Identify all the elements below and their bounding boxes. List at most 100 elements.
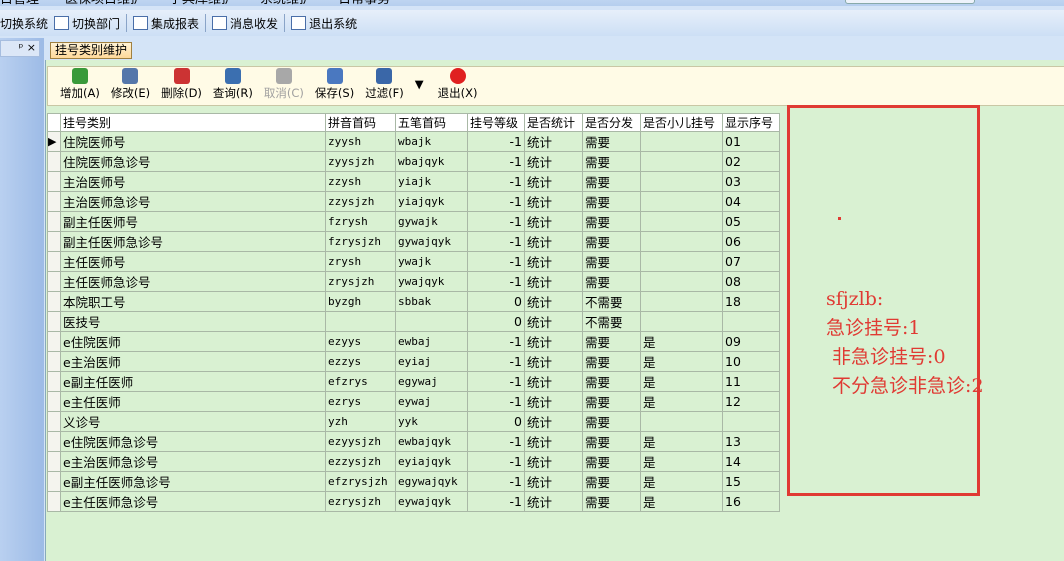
quickbar-switch-system[interactable]: 切换系统: [0, 15, 48, 32]
column-header[interactable]: 挂号类别: [60, 113, 326, 132]
table-cell[interactable]: [722, 311, 780, 332]
table-row[interactable]: e主治医师急诊号 ezzysjzh eyiajqyk -1 统计 需要是 14: [47, 451, 780, 472]
table-cell[interactable]: e副主任医师: [60, 371, 326, 392]
column-header[interactable]: 五笔首码: [395, 113, 468, 132]
table-cell[interactable]: 需要: [582, 491, 641, 512]
table-cell[interactable]: 需要: [582, 351, 641, 372]
row-indicator[interactable]: [47, 451, 61, 472]
table-cell[interactable]: 需要: [582, 231, 641, 252]
table-cell[interactable]: zzysjzh: [325, 191, 396, 212]
table-row[interactable]: e主任医师急诊号 ezrysjzh eywajqyk -1 统计 需要是 16: [47, 491, 780, 512]
table-cell[interactable]: -1: [467, 351, 525, 372]
table-cell[interactable]: 需要: [582, 471, 641, 492]
table-cell[interactable]: zrysh: [325, 251, 396, 272]
table-cell[interactable]: [640, 191, 723, 212]
table-cell[interactable]: 统计: [524, 131, 583, 152]
table-cell[interactable]: yyk: [395, 411, 468, 432]
row-indicator[interactable]: [47, 211, 61, 232]
table-cell[interactable]: 住院医师急诊号: [60, 151, 326, 172]
table-cell[interactable]: 不需要: [582, 311, 641, 332]
row-indicator[interactable]: [47, 271, 61, 292]
filter-dropdown-button[interactable]: ▼: [415, 77, 424, 91]
table-cell[interactable]: efzrysjzh: [325, 471, 396, 492]
table-cell[interactable]: 主治医师号: [60, 171, 326, 192]
row-indicator[interactable]: [47, 251, 61, 272]
table-cell[interactable]: 需要: [582, 131, 641, 152]
table-cell[interactable]: 需要: [582, 451, 641, 472]
table-cell[interactable]: 10: [722, 351, 780, 372]
table-cell[interactable]: -1: [467, 211, 525, 232]
quickbar-switch-department[interactable]: 切换部门: [54, 15, 120, 32]
table-cell[interactable]: 需要: [582, 211, 641, 232]
table-cell[interactable]: 09: [722, 331, 780, 352]
table-cell[interactable]: -1: [467, 471, 525, 492]
table-cell[interactable]: ewbajqyk: [395, 431, 468, 452]
table-cell[interactable]: [640, 171, 723, 192]
table-cell[interactable]: 15: [722, 471, 780, 492]
table-row[interactable]: e主任医师 ezrys eywaj -1 统计 需要是 12: [47, 391, 780, 412]
edit-button[interactable]: 修改(E): [111, 68, 150, 101]
table-row[interactable]: 义诊号 yzh yyk 0 统计 需要: [47, 411, 780, 432]
table-cell[interactable]: 03: [722, 171, 780, 192]
table-cell[interactable]: yiajqyk: [395, 191, 468, 212]
table-cell[interactable]: ezrys: [325, 391, 396, 412]
table-row[interactable]: ▶ 住院医师号 zyysh wbajk -1 统计 需要 01: [47, 131, 780, 152]
table-cell[interactable]: 04: [722, 191, 780, 212]
table-cell[interactable]: -1: [467, 251, 525, 272]
table-cell[interactable]: [640, 291, 723, 312]
table-cell[interactable]: byzgh: [325, 291, 396, 312]
exit-button[interactable]: 退出(X): [438, 68, 478, 101]
table-cell[interactable]: 是: [640, 351, 723, 372]
table-cell[interactable]: 副主任医师号: [60, 211, 326, 232]
table-cell[interactable]: 统计: [524, 211, 583, 232]
cancel-button[interactable]: 取消(C): [264, 68, 304, 101]
table-cell[interactable]: ezyysjzh: [325, 431, 396, 452]
column-header[interactable]: 挂号等级: [467, 113, 525, 132]
table-cell[interactable]: 08: [722, 271, 780, 292]
table-cell[interactable]: 06: [722, 231, 780, 252]
table-cell[interactable]: ezyys: [325, 331, 396, 352]
table-cell[interactable]: 统计: [524, 151, 583, 172]
table-row[interactable]: e住院医师 ezyys ewbaj -1 统计 需要是 09: [47, 331, 780, 352]
table-cell[interactable]: yzh: [325, 411, 396, 432]
row-indicator[interactable]: [47, 491, 61, 512]
column-header[interactable]: 显示序号: [722, 113, 780, 132]
table-cell[interactable]: e住院医师: [60, 331, 326, 352]
table-cell[interactable]: -1: [467, 431, 525, 452]
table-cell[interactable]: 住院医师号: [60, 131, 326, 152]
table-cell[interactable]: 统计: [524, 471, 583, 492]
table-cell[interactable]: 05: [722, 211, 780, 232]
table-cell[interactable]: zyysh: [325, 131, 396, 152]
table-cell[interactable]: [640, 311, 723, 332]
table-row[interactable]: e副主任医师急诊号 efzrysjzh egywajqyk -1 统计 需要是 15: [47, 471, 780, 492]
table-cell[interactable]: sbbak: [395, 291, 468, 312]
table-cell[interactable]: 02: [722, 151, 780, 172]
table-cell[interactable]: yiajk: [395, 171, 468, 192]
table-cell[interactable]: ewbaj: [395, 331, 468, 352]
table-cell[interactable]: 统计: [524, 371, 583, 392]
table-cell[interactable]: fzrysh: [325, 211, 396, 232]
table-cell[interactable]: [640, 411, 723, 432]
table-cell[interactable]: ywajk: [395, 251, 468, 272]
table-cell[interactable]: 13: [722, 431, 780, 452]
row-indicator[interactable]: [47, 171, 61, 192]
row-indicator[interactable]: [47, 291, 61, 312]
table-cell[interactable]: 副主任医师急诊号: [60, 231, 326, 252]
table-row[interactable]: 副主任医师急诊号 fzrysjzh gywajqyk -1 统计 需要 06: [47, 231, 780, 252]
table-row[interactable]: 主任医师急诊号 zrysjzh ywajqyk -1 统计 需要 08: [47, 271, 780, 292]
table-cell[interactable]: 不需要: [582, 291, 641, 312]
table-cell[interactable]: -1: [467, 451, 525, 472]
table-cell[interactable]: 是: [640, 491, 723, 512]
close-panel-icon[interactable]: ×: [27, 41, 36, 54]
query-button[interactable]: 查询(R): [213, 68, 253, 101]
table-cell[interactable]: -1: [467, 391, 525, 412]
table-cell[interactable]: 需要: [582, 391, 641, 412]
table-cell[interactable]: fzrysjzh: [325, 231, 396, 252]
table-cell[interactable]: wbajqyk: [395, 151, 468, 172]
table-cell[interactable]: gywajqyk: [395, 231, 468, 252]
table-cell[interactable]: 需要: [582, 411, 641, 432]
table-cell[interactable]: eywaj: [395, 391, 468, 412]
table-cell[interactable]: 统计: [524, 331, 583, 352]
table-cell[interactable]: -1: [467, 231, 525, 252]
table-cell[interactable]: -1: [467, 171, 525, 192]
